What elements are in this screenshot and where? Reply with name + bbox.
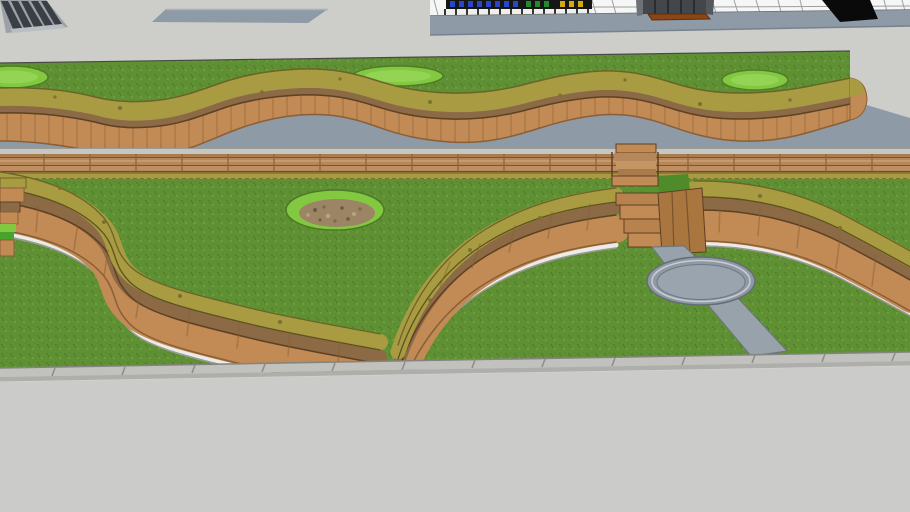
plaza-inner-disc xyxy=(656,264,746,300)
door-jamb-left xyxy=(636,0,643,16)
upper-terrace xyxy=(0,50,910,158)
timber-edge-cap xyxy=(0,173,910,179)
stair-top-block xyxy=(615,143,657,154)
circular-plaza[interactable] xyxy=(646,256,756,306)
entrance-door xyxy=(643,0,706,14)
gravel-bed xyxy=(299,199,375,227)
model-viewport[interactable] xyxy=(0,0,910,512)
stair-side-wall xyxy=(657,187,707,255)
door-jamb-right xyxy=(706,0,714,15)
bike-row xyxy=(450,1,583,7)
tree-pit-center xyxy=(731,74,779,86)
planting-circle xyxy=(285,189,385,231)
elevated-walkway-left xyxy=(152,8,328,23)
walkway-wedge xyxy=(152,9,328,23)
scene-canvas xyxy=(0,0,910,512)
door-mat xyxy=(647,13,712,21)
timber-edge-wall xyxy=(0,154,910,173)
lower-plaza-ground xyxy=(0,366,910,512)
